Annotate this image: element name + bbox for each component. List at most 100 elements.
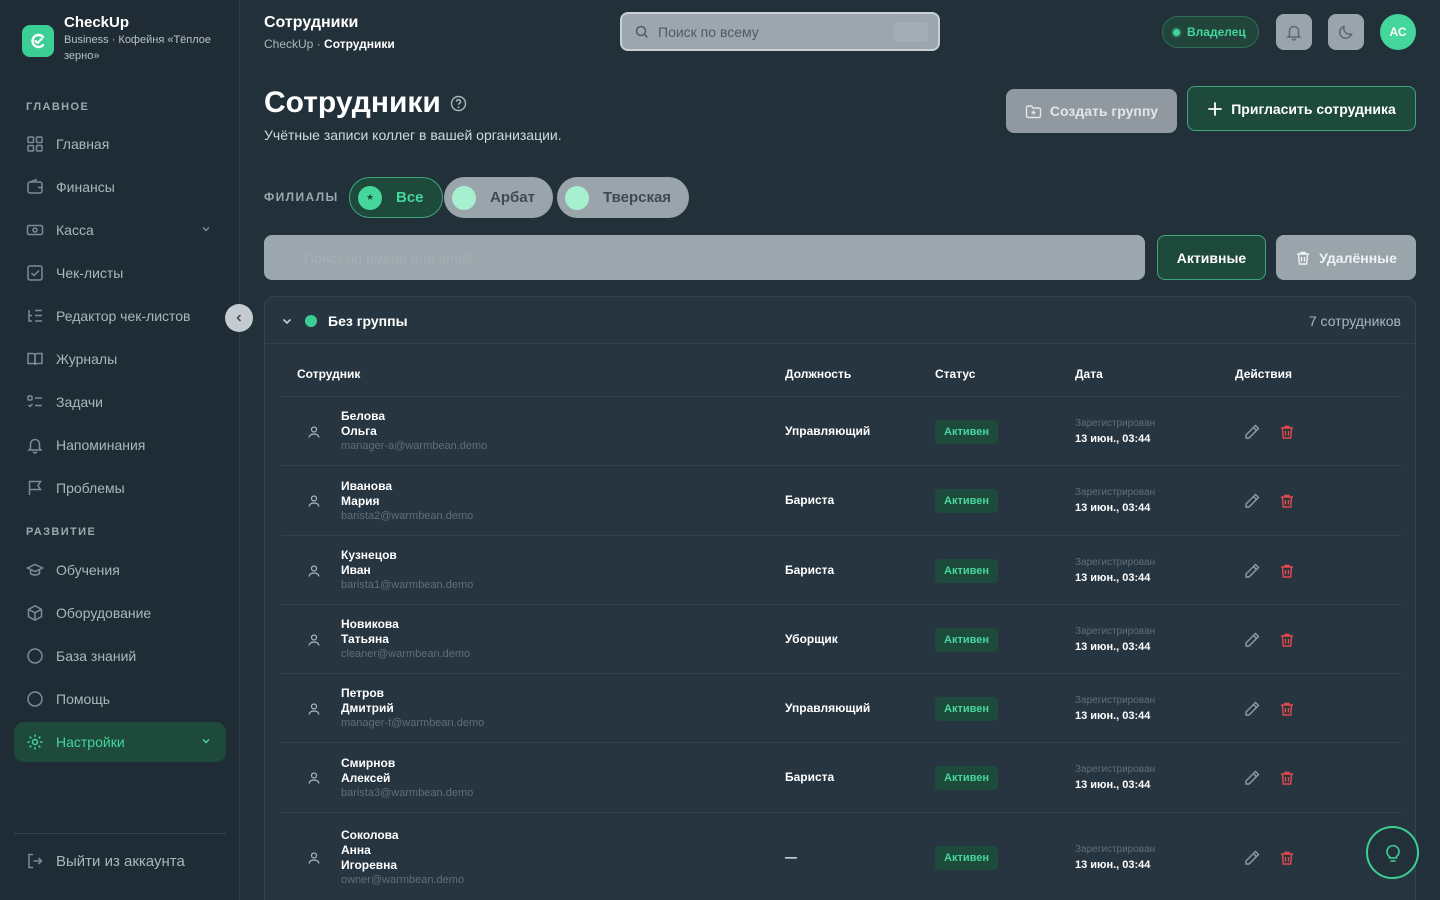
table-row[interactable]: Петров Дмитрий manager-t@warmbean.demo Уп… — [281, 673, 1401, 742]
sidebar-item-knowledge-base[interactable]: База знаний — [14, 636, 226, 676]
breadcrumb: CheckUp · Сотрудники — [264, 37, 395, 51]
date-value: 13 июн., 03:44 — [1075, 641, 1151, 653]
edit-icon[interactable] — [1243, 700, 1261, 718]
sidebar-item-journals[interactable]: Журналы — [14, 339, 226, 379]
brand[interactable]: CheckUp Business · Кофейня «Тёплое зерно… — [22, 14, 224, 64]
employee-info[interactable]: Петров Дмитрий manager-t@warmbean.demo — [341, 686, 484, 731]
sidebar-item-label: Главная — [56, 136, 110, 152]
employee-info[interactable]: Соколова Анна Игоревна owner@warmbean.demo — [341, 828, 464, 888]
delete-icon[interactable] — [1279, 563, 1295, 579]
page-subtitle: Учётные записи коллег в вашей организаци… — [264, 127, 562, 143]
sidebar-item-checklists[interactable]: Чек-листы — [14, 253, 226, 293]
sidebar-item-reminders[interactable]: Напоминания — [14, 425, 226, 465]
sidebar-item-help[interactable]: Помощь — [14, 679, 226, 719]
cash-icon — [26, 224, 44, 236]
invite-employee-button[interactable]: Пригласить сотрудника — [1187, 86, 1416, 131]
checkup-logo-icon — [22, 25, 54, 57]
date-value: 13 июн., 03:44 — [1075, 572, 1151, 584]
sidebar-item-settings[interactable]: Настройки — [14, 722, 226, 762]
employee-name-line: Соколова — [341, 828, 399, 842]
sidebar-divider — [14, 833, 226, 834]
sidebar-item-checklist-editor[interactable]: Редактор чек-листов — [14, 296, 226, 336]
group-name: Без группы — [328, 313, 408, 329]
gear-icon — [27, 734, 43, 750]
branch-label: Тверская — [603, 189, 672, 206]
group-header[interactable]: Без группы 7 сотрудников — [265, 297, 1415, 344]
column-header-date: Дата — [1075, 367, 1103, 381]
branch-chip-arbat[interactable]: АР Арбат — [444, 177, 553, 218]
employee-info[interactable]: Смирнов Алексей barista3@warmbean.demo — [341, 756, 473, 801]
edit-icon[interactable] — [1243, 631, 1261, 649]
sidebar-item-finance[interactable]: Финансы — [14, 167, 226, 207]
user-icon — [308, 634, 320, 646]
employee-group-card: Без группы 7 сотрудников Сотрудник Должн… — [264, 296, 1416, 900]
notifications-button[interactable] — [1276, 14, 1312, 50]
delete-icon[interactable] — [1279, 701, 1295, 717]
delete-icon[interactable] — [1279, 632, 1295, 648]
date-label: Зарегистрирован — [1075, 626, 1156, 637]
branch-chip-all[interactable]: ★ Все — [349, 177, 443, 218]
table-row[interactable]: Белова Ольга manager-a@warmbean.demo Упра… — [281, 396, 1401, 465]
graduation-icon — [26, 563, 44, 576]
role-label: Владелец — [1187, 25, 1246, 39]
delete-icon[interactable] — [1279, 770, 1295, 786]
sidebar-item-training[interactable]: Обучения — [14, 550, 226, 590]
date-label: Зарегистрирован — [1075, 418, 1156, 429]
status-badge: Активен — [935, 697, 998, 721]
employee-position: — — [785, 850, 797, 864]
logout-icon — [28, 853, 43, 869]
tips-button[interactable] — [1366, 826, 1419, 879]
table-row[interactable]: Иванова Мария barista2@warmbean.demo Бари… — [281, 465, 1401, 535]
chevron-down-icon[interactable] — [281, 315, 293, 327]
theme-toggle-button[interactable] — [1328, 14, 1364, 50]
branch-label: Арбат — [490, 189, 535, 206]
role-badge[interactable]: Владелец — [1162, 16, 1259, 48]
delete-icon[interactable] — [1279, 850, 1295, 866]
create-group-button[interactable]: Создать группу — [1006, 89, 1177, 133]
avatar[interactable]: АС — [1380, 14, 1416, 50]
edit-icon[interactable] — [1243, 562, 1261, 580]
table-row[interactable]: Смирнов Алексей barista3@warmbean.demo Ба… — [281, 742, 1401, 812]
employee-name-line: Ольга — [341, 424, 377, 438]
employee-info[interactable]: Новикова Татьяна cleaner@warmbean.demo — [341, 617, 470, 662]
registration-date: Зарегистрирован 13 июн., 03:44 — [1075, 624, 1155, 655]
employee-name-line: Кузнецов — [341, 548, 397, 562]
logout-button[interactable]: Выйти из аккаунта — [26, 852, 185, 870]
edit-icon[interactable] — [1243, 769, 1261, 787]
edit-icon[interactable] — [1243, 849, 1261, 867]
table-row[interactable]: Кузнецов Иван barista1@warmbean.demo Бари… — [281, 535, 1401, 604]
search-shortcut: Ctrl K — [894, 22, 928, 42]
sidebar-item-label: Касса — [56, 222, 94, 238]
edit-icon[interactable] — [1243, 423, 1261, 441]
collapse-sidebar-button[interactable] — [225, 304, 253, 332]
employee-name-line: Анна — [341, 843, 371, 857]
table-row[interactable]: Новикова Татьяна cleaner@warmbean.demo Уб… — [281, 604, 1401, 673]
filter-active-button[interactable]: Активные — [1157, 235, 1266, 280]
employee-info[interactable]: Кузнецов Иван barista1@warmbean.demo — [341, 548, 473, 593]
sidebar-item-home[interactable]: Главная — [14, 124, 226, 164]
employee-info[interactable]: Белова Ольга manager-a@warmbean.demo — [341, 409, 487, 454]
filter-deleted-button[interactable]: Удалённые — [1276, 235, 1416, 280]
edit-icon[interactable] — [1243, 492, 1261, 510]
breadcrumb-root[interactable]: CheckUp — [264, 37, 313, 51]
branch-chip-tverskaya[interactable]: ТВ Тверская — [557, 177, 690, 218]
delete-icon[interactable] — [1279, 493, 1295, 509]
employee-search-input[interactable]: Поиск по имени или email — [264, 235, 1145, 280]
sidebar-item-problems[interactable]: Проблемы — [14, 468, 226, 508]
sidebar-item-label: Чек-листы — [56, 265, 124, 281]
sidebar-item-tasks[interactable]: Задачи — [14, 382, 226, 422]
sidebar-item-equipment[interactable]: Оборудование — [14, 593, 226, 633]
sidebar-item-cash[interactable]: Касса — [14, 210, 226, 250]
bell-icon — [1286, 25, 1302, 41]
employee-email: barista1@warmbean.demo — [341, 579, 474, 591]
delete-icon[interactable] — [1279, 424, 1295, 440]
employee-info[interactable]: Иванова Мария barista2@warmbean.demo — [341, 479, 473, 524]
table-row[interactable]: Соколова Анна Игоревна owner@warmbean.demo… — [281, 812, 1401, 900]
help-circle-icon[interactable] — [450, 95, 467, 112]
invite-label: Пригласить сотрудника — [1231, 100, 1396, 117]
group-color-dot — [305, 315, 317, 327]
global-search-input[interactable]: Поиск по всему Ctrl K — [620, 12, 940, 51]
employee-position: Уборщик — [785, 632, 838, 646]
employee-email: manager-a@warmbean.demo — [341, 440, 488, 452]
sidebar-item-label: Напоминания — [56, 437, 146, 453]
